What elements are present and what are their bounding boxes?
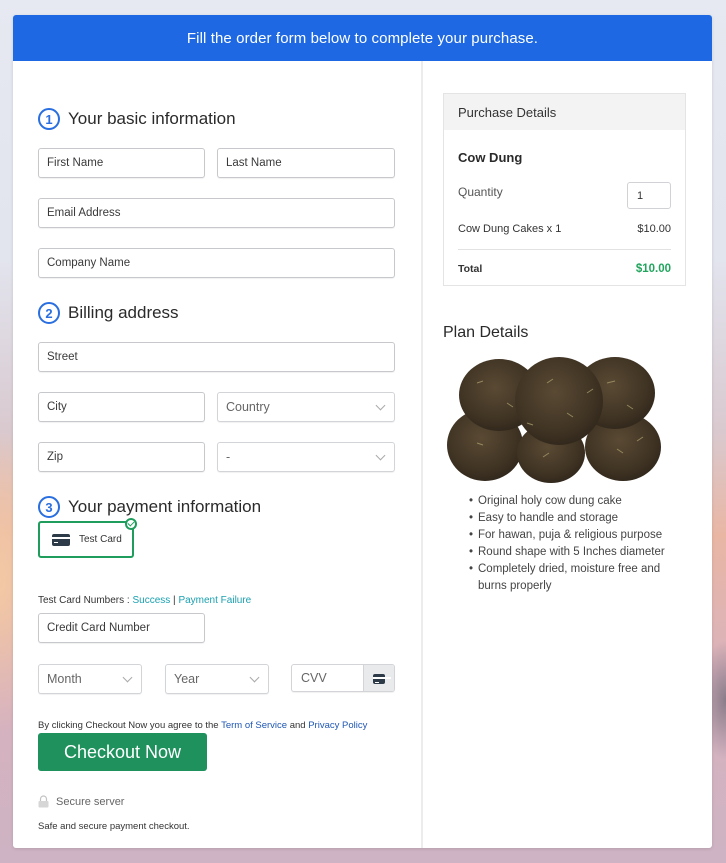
- section-payment-info: 3 Your payment information: [38, 495, 261, 519]
- step-number: 1: [38, 108, 60, 130]
- purchase-details-header: Purchase Details: [444, 94, 685, 130]
- lock-icon: [38, 795, 49, 808]
- month-select-value: Month: [47, 672, 82, 686]
- section-title: Billing address: [68, 303, 179, 322]
- payment-failure-link[interactable]: Payment Failure: [178, 595, 251, 606]
- step-number: 3: [38, 496, 60, 518]
- section-billing-address: 2 Billing address: [38, 301, 179, 325]
- cvv-card-addon: [363, 665, 394, 691]
- company-name-input[interactable]: Company Name: [38, 248, 395, 278]
- plan-feature: Original holy cow dung cake: [469, 493, 679, 510]
- first-name-input[interactable]: First Name: [38, 148, 205, 178]
- test-card-numbers: Test Card Numbers : Success | Payment Fa…: [38, 595, 251, 606]
- street-input[interactable]: Street: [38, 342, 395, 372]
- plan-feature: For hawan, puja & religious purpose: [469, 527, 679, 544]
- cvv-input[interactable]: CVV: [291, 664, 395, 692]
- quantity-label: Quantity: [458, 185, 503, 199]
- plan-feature: Easy to handle and storage: [469, 510, 679, 527]
- summary-divider: [458, 249, 671, 250]
- terms-text: By clicking Checkout Now you agree to th…: [38, 720, 367, 731]
- plan-features-list: Original holy cow dung cake Easy to hand…: [469, 493, 679, 595]
- total-value: $10.00: [635, 263, 671, 275]
- section-title: Your basic information: [68, 109, 236, 128]
- section-title: Your payment information: [68, 497, 262, 516]
- city-input[interactable]: City: [38, 392, 205, 422]
- year-select-value: Year: [174, 672, 200, 686]
- success-link[interactable]: Success: [132, 595, 170, 606]
- test-card-option[interactable]: Test Card: [38, 518, 137, 558]
- section-basic-info: 1 Your basic information: [38, 107, 236, 131]
- chevron-down-icon: [375, 450, 386, 461]
- secure-server: Secure server: [38, 795, 124, 808]
- total-row: Total $10.00: [458, 263, 671, 275]
- checkout-now-button[interactable]: Checkout Now: [38, 733, 207, 771]
- terms-prefix: By clicking Checkout Now you agree to th…: [38, 720, 222, 731]
- terms-and: and: [287, 720, 309, 731]
- safe-checkout-text: Safe and secure payment checkout.: [38, 821, 190, 832]
- month-select[interactable]: Month: [38, 664, 142, 694]
- column-divider: [421, 61, 423, 848]
- chevron-down-icon: [375, 400, 386, 411]
- test-card-label: Test Card: [79, 534, 122, 545]
- credit-card-icon: [373, 674, 391, 684]
- check-circle-icon: [125, 518, 137, 530]
- email-input[interactable]: Email Address: [38, 198, 395, 228]
- credit-card-number-input[interactable]: Credit Card Number: [38, 613, 205, 643]
- credit-card-icon: [52, 533, 70, 546]
- secure-server-label: Secure server: [56, 795, 125, 808]
- product-name-text: Cow Dung: [458, 150, 523, 165]
- banner: Fill the order form below to complete yo…: [13, 15, 712, 61]
- chevron-down-icon: [249, 672, 260, 683]
- last-name-input[interactable]: Last Name: [217, 148, 395, 178]
- quantity-input[interactable]: 1: [627, 182, 671, 209]
- order-form-card: Fill the order form below to complete yo…: [13, 15, 712, 848]
- line-item-name: Cow Dung Cakes x 1: [458, 223, 562, 235]
- chevron-down-icon: [122, 672, 133, 683]
- line-item-price: $10.00: [637, 223, 671, 235]
- product-image: [447, 357, 661, 483]
- privacy-policy-link[interactable]: Privacy Policy: [308, 720, 367, 731]
- product-name: Cow Dung: [458, 150, 671, 165]
- cvv-placeholder: CVV: [301, 671, 327, 685]
- zip-input[interactable]: Zip: [38, 442, 205, 472]
- step-number: 2: [38, 302, 60, 324]
- country-select-value: Country: [226, 400, 270, 414]
- plan-feature: Round shape with 5 Inches diameter: [469, 544, 679, 561]
- plan-feature: Completely dried, moisture free and burn…: [469, 561, 679, 595]
- test-card-numbers-label: Test Card Numbers :: [38, 595, 133, 606]
- country-select[interactable]: Country: [217, 392, 395, 422]
- plan-details-title: Plan Details: [443, 324, 529, 341]
- line-item-row: Cow Dung Cakes x 1 $10.00: [458, 223, 671, 235]
- state-select[interactable]: -: [217, 442, 395, 472]
- total-label: Total: [458, 263, 483, 275]
- terms-of-service-link[interactable]: Term of Service: [221, 720, 287, 731]
- purchase-details: Purchase Details Cow Dung Quantity 1 Cow…: [443, 93, 686, 286]
- year-select[interactable]: Year: [165, 664, 269, 694]
- state-select-value: -: [226, 450, 231, 464]
